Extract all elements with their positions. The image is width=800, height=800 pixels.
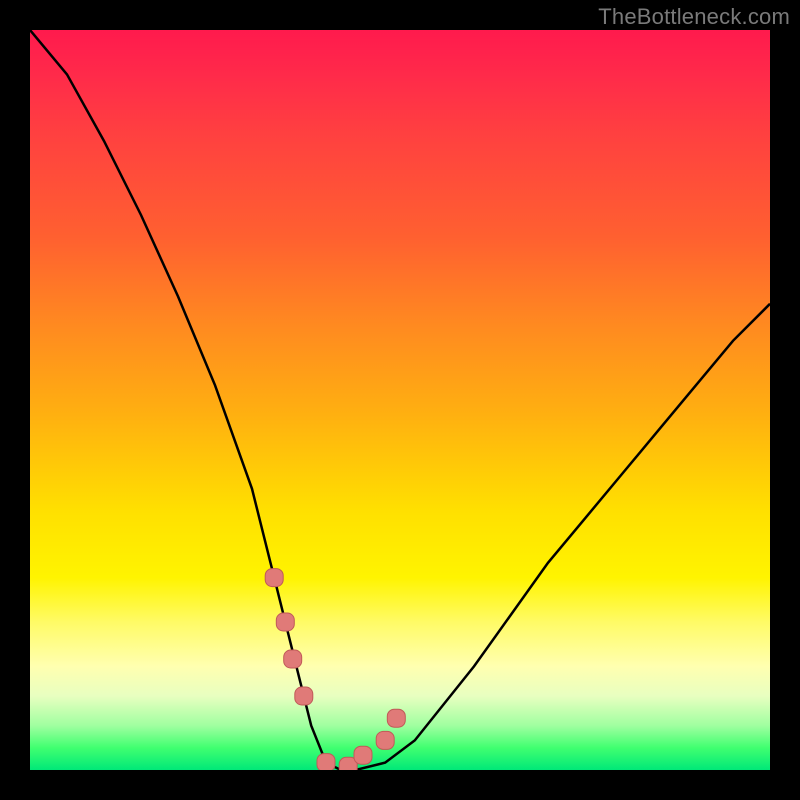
highlight-marker bbox=[295, 687, 313, 705]
bottleneck-curve bbox=[30, 30, 770, 770]
curve-svg bbox=[30, 30, 770, 770]
highlight-marker bbox=[265, 569, 283, 587]
highlight-marker bbox=[387, 709, 405, 727]
highlight-marker bbox=[284, 650, 302, 668]
marker-group bbox=[265, 569, 405, 770]
watermark-text: TheBottleneck.com bbox=[598, 4, 790, 30]
highlight-marker bbox=[276, 613, 294, 631]
chart-frame: TheBottleneck.com bbox=[0, 0, 800, 800]
highlight-marker bbox=[317, 754, 335, 770]
plot-area bbox=[30, 30, 770, 770]
highlight-marker bbox=[354, 746, 372, 764]
highlight-marker bbox=[376, 731, 394, 749]
